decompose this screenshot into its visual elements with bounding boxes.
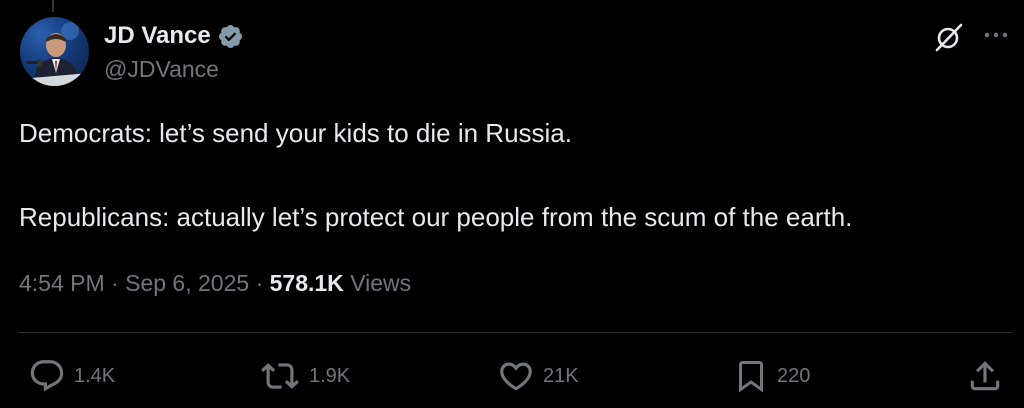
like-button[interactable]: 21K [497,357,579,395]
more-icon [984,32,1008,38]
bookmark-count: 220 [777,364,811,387]
avatar-photo [20,22,89,86]
avatar[interactable] [20,17,89,86]
repost-icon [261,363,299,389]
like-count: 21K [543,364,579,387]
verified-badge-icon[interactable] [217,23,244,50]
tweet-text-line: Republicans: actually let’s protect our … [19,202,853,232]
meta-separator: · [111,270,119,296]
bookmark-icon [739,361,763,393]
author-display-name[interactable]: JD Vance [104,22,211,50]
views-count[interactable]: 578.1K [270,270,344,296]
divider [19,332,1012,333]
tweet-text-line: Democrats: let’s send your kids to die i… [19,118,572,148]
bookmark-button[interactable]: 220 [733,357,810,395]
tweet-date[interactable]: Sep 6, 2025 [125,270,249,296]
author-name-row: JD Vance [104,20,244,52]
tweet-meta: 4:54 PM · Sep 6, 2025 · 578.1K Views [19,270,411,297]
grok-button[interactable] [932,20,966,54]
tweet-time[interactable]: 4:54 PM [19,270,105,296]
share-icon [970,361,1000,391]
heart-icon [500,362,532,391]
thread-connector-line [52,0,54,12]
tweet-body: Democrats: let’s send your kids to die i… [19,116,1009,235]
repost-button[interactable]: 1.9K [259,357,350,395]
views-label: Views [350,270,412,296]
grok-icon [935,23,963,52]
share-button[interactable] [966,357,1004,395]
reply-icon [30,360,64,392]
meta-separator: · [255,270,264,296]
more-options-button[interactable] [980,20,1014,54]
reply-button[interactable]: 1.4K [28,357,115,395]
reply-count: 1.4K [74,364,116,387]
author-handle[interactable]: @JDVance [104,56,219,83]
repost-count: 1.9K [309,364,351,387]
